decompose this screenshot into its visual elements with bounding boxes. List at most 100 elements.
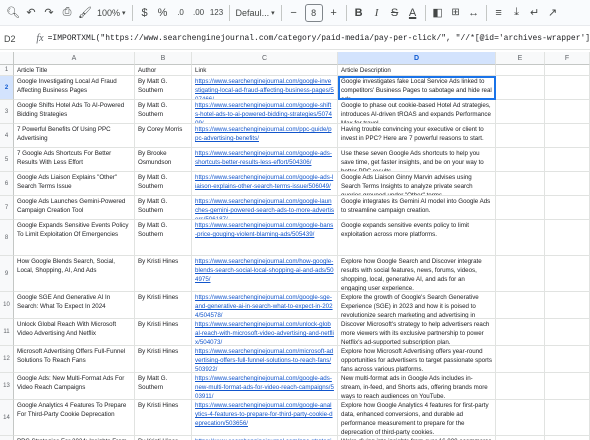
table-cell[interactable] (545, 124, 590, 148)
row-header[interactable]: 5 (0, 148, 14, 172)
table-cell[interactable] (545, 436, 590, 440)
table-cell[interactable]: Explore how Google Search and Discover i… (338, 256, 496, 292)
table-cell[interactable]: Google expands sensitive events policy t… (338, 220, 496, 256)
table-cell[interactable]: Google Shifts Hotel Ads To AI-Powered Bi… (14, 100, 135, 124)
table-cell[interactable]: By Matt G. Southern (135, 220, 192, 256)
search-menus-icon[interactable]: 🔍︎ (4, 3, 22, 23)
table-cell[interactable] (545, 373, 590, 400)
table-cell[interactable] (496, 436, 545, 440)
table-cell[interactable]: By Matt G. Southern (135, 172, 192, 196)
table-cell[interactable]: Google integrates its Gemini AI model in… (338, 196, 496, 220)
table-cell[interactable] (496, 256, 545, 292)
column-header-b[interactable]: B (135, 52, 192, 65)
table-cell[interactable]: Google Expands Sensitive Events Policy T… (14, 220, 135, 256)
column-header-f[interactable]: F (545, 52, 590, 65)
table-cell[interactable] (496, 148, 545, 172)
row-header[interactable]: 13 (0, 373, 14, 400)
row-header[interactable]: 3 (0, 100, 14, 124)
table-cell[interactable] (545, 172, 590, 196)
table-cell[interactable]: Google Investigating Local Ad Fraud Affe… (14, 76, 135, 100)
row-header[interactable]: 15 (0, 436, 14, 440)
table-cell[interactable]: By Kristi Hines (135, 319, 192, 346)
row-header[interactable]: 7 (0, 196, 14, 220)
table-cell[interactable] (545, 76, 590, 100)
link-cell[interactable]: https://www.searchenginejournal.com/ppc-… (192, 436, 338, 440)
row-header[interactable]: 4 (0, 124, 14, 148)
text-rotation-icon[interactable]: ↗ (544, 3, 562, 23)
row-header[interactable]: 12 (0, 346, 14, 373)
font-family-select[interactable]: Defaul... ▾ (233, 3, 278, 23)
table-cell[interactable] (496, 346, 545, 373)
header-cell[interactable]: Article Title (14, 65, 135, 76)
link-cell[interactable]: https://www.searchenginejournal.com/ppc-… (192, 124, 338, 148)
column-header-e[interactable]: E (496, 52, 545, 65)
merge-cells-icon[interactable]: ↔ (465, 3, 483, 23)
column-header-c[interactable]: C (192, 52, 338, 65)
table-cell[interactable]: Explore the growth of Google's Search Ge… (338, 292, 496, 319)
column-header-a[interactable]: A (14, 52, 135, 65)
table-cell[interactable] (496, 196, 545, 220)
increase-decimal-button[interactable]: .00 (190, 3, 208, 23)
link-cell[interactable]: https://www.searchenginejournal.com/goog… (192, 220, 338, 256)
table-cell[interactable]: 7 Google Ads Shortcuts For Better Result… (14, 148, 135, 172)
name-box[interactable]: D2 (0, 34, 28, 44)
row-header[interactable]: 1 (0, 65, 14, 76)
zoom-select[interactable]: 100% ▾ (94, 3, 129, 23)
text-wrap-icon[interactable]: ↵ (526, 3, 544, 23)
header-cell[interactable]: Article Description (338, 65, 496, 76)
currency-format-button[interactable]: $ (136, 3, 154, 23)
strikethrough-button[interactable]: S (386, 3, 404, 23)
decrease-decimal-button[interactable]: .0 (172, 3, 190, 23)
bold-button[interactable]: B (350, 3, 368, 23)
row-header[interactable]: 14 (0, 400, 14, 436)
table-cell[interactable]: Google SGE And Generative AI In Search: … (14, 292, 135, 319)
table-cell[interactable]: By Kristi Hines (135, 436, 192, 440)
table-cell[interactable]: Explore how Google Analytics 4 features … (338, 400, 496, 436)
italic-button[interactable]: I (368, 3, 386, 23)
table-cell[interactable]: Google Analytics 4 Features To Prepare F… (14, 400, 135, 436)
table-cell[interactable]: Google to phase out cookie-based Hotel A… (338, 100, 496, 124)
undo-icon[interactable]: ↶ (22, 3, 40, 23)
table-cell[interactable]: Google Ads: New Multi-Format Ads For Vid… (14, 373, 135, 400)
table-cell[interactable] (496, 220, 545, 256)
row-header[interactable]: 11 (0, 319, 14, 346)
row-header[interactable]: 6 (0, 172, 14, 196)
vertical-align-icon[interactable]: ⤓ (508, 3, 526, 23)
table-cell[interactable] (496, 373, 545, 400)
link-cell[interactable]: https://www.searchenginejournal.com/goog… (192, 148, 338, 172)
link-cell[interactable]: https://www.searchenginejournal.com/unlo… (192, 319, 338, 346)
table-cell[interactable] (496, 100, 545, 124)
table-cell[interactable]: By Brooke Osmundson (135, 148, 192, 172)
table-cell[interactable]: Microsoft Advertising Offers Full-Funnel… (14, 346, 135, 373)
horizontal-align-icon[interactable]: ≡ (490, 3, 508, 23)
table-cell[interactable]: By Matt G. Southern (135, 196, 192, 220)
table-cell[interactable] (545, 346, 590, 373)
link-cell[interactable]: https://www.searchenginejournal.com/micr… (192, 346, 338, 373)
paint-format-icon[interactable]: 🖌︎ (76, 3, 94, 23)
table-cell[interactable]: Unlock Global Reach With Microsoft Video… (14, 319, 135, 346)
row-header[interactable]: 9 (0, 256, 14, 292)
text-color-button[interactable]: A (404, 3, 422, 23)
link-cell[interactable]: https://www.searchenginejournal.com/goog… (192, 373, 338, 400)
header-cell[interactable]: Link (192, 65, 338, 76)
table-cell[interactable]: Having trouble convincing your executive… (338, 124, 496, 148)
percent-format-button[interactable]: % (154, 3, 172, 23)
table-cell[interactable]: New multi-format ads in Google Ads inclu… (338, 373, 496, 400)
borders-icon[interactable]: ⊞ (447, 3, 465, 23)
table-cell[interactable]: By Matt G. Southern (135, 100, 192, 124)
link-cell[interactable]: https://www.searchenginejournal.com/goog… (192, 100, 338, 124)
table-cell[interactable] (545, 196, 590, 220)
table-cell[interactable] (545, 319, 590, 346)
increase-font-size-button[interactable]: + (325, 3, 343, 23)
header-cell[interactable] (496, 65, 545, 76)
link-cell[interactable]: https://www.searchenginejournal.com/goog… (192, 400, 338, 436)
table-cell[interactable]: Explore how Microsoft Advertising offers… (338, 346, 496, 373)
table-cell[interactable]: By Corey Morris (135, 124, 192, 148)
row-header[interactable]: 2 (0, 76, 14, 100)
table-cell[interactable]: By Kristi Hines (135, 256, 192, 292)
fill-color-icon[interactable]: ◧ (429, 3, 447, 23)
table-cell[interactable]: How Google Blends Search, Social, Local,… (14, 256, 135, 292)
print-icon[interactable]: ⎙ (58, 3, 76, 23)
font-size-input[interactable]: 8 (304, 3, 323, 22)
link-cell[interactable]: https://www.searchenginejournal.com/goog… (192, 196, 338, 220)
